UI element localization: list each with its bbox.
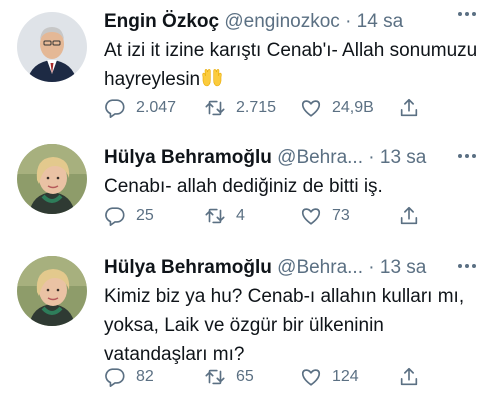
reply-icon [105,368,125,387]
timestamp[interactable]: 13 sa [380,147,426,168]
like-count: 73 [332,207,350,224]
like-count: 24,9B [332,99,374,116]
retweet-icon [205,208,225,224]
retweet-button[interactable]: 65 [204,366,254,388]
reply-icon [105,99,125,118]
author-handle[interactable]: @Behra... [277,147,363,168]
avatar-image [17,12,87,82]
avatar[interactable] [17,12,87,82]
tweet-header: Engin Özkoç @enginozkoc · 14 sa [104,8,403,36]
tweet-item[interactable]: Hülya Behramoğlu @Behra... · 13 sa Cenab… [0,134,500,244]
separator: · [368,147,375,168]
author-handle[interactable]: @Behra... [277,257,363,278]
reply-count: 25 [136,207,154,224]
tweet-actions: 82 65 124 [104,366,424,388]
reply-button[interactable]: 2.047 [104,97,176,119]
retweet-button[interactable]: 4 [204,205,245,227]
share-icon [400,367,418,386]
more-options-icon[interactable] [455,148,479,164]
reply-button[interactable]: 82 [104,366,154,388]
tweet-item[interactable]: Engin Özkoç @enginozkoc · 14 sa At izi i… [0,0,500,130]
heart-icon [301,100,321,117]
share-icon [400,206,418,225]
tweet-text: Kimiz biz ya hu? Cenab-ı allahın kulları… [104,286,465,365]
share-button[interactable] [398,205,420,227]
avatar[interactable] [17,256,87,326]
reply-count: 82 [136,368,154,385]
like-count: 124 [332,368,359,385]
tweet-actions: 2.047 2.715 24,9B [104,97,424,119]
author-handle[interactable]: @enginozkoc [224,11,339,32]
tweet-item[interactable]: Hülya Behramoğlu @Behra... · 13 sa Kimiz… [0,248,500,404]
share-button[interactable] [398,97,420,119]
share-icon [400,98,418,117]
more-options-icon[interactable] [455,6,479,22]
reply-button[interactable]: 25 [104,205,154,227]
author-name[interactable]: Hülya Behramoğlu [104,257,272,278]
retweet-icon [205,100,225,116]
heart-icon [301,208,321,225]
like-button[interactable]: 73 [300,205,350,227]
tweet-text: Cenabı- allah dediğiniz de bitti iş. [104,176,383,197]
tweet-text-content: At izi it izine karıştı Cenab'ı- Allah s… [104,40,478,90]
avatar-image [17,144,87,214]
share-button[interactable] [398,366,420,388]
retweet-icon [205,369,225,385]
tweet-actions: 25 4 73 [104,205,424,227]
separator: · [368,257,375,278]
tweet-text: At izi it izine karıştı Cenab'ı- Allah s… [104,36,490,94]
timestamp[interactable]: 13 sa [380,257,426,278]
avatar[interactable] [17,144,87,214]
retweet-count: 4 [236,207,245,224]
retweet-button[interactable]: 2.715 [204,97,276,119]
author-name[interactable]: Engin Özkoç [104,11,219,32]
timestamp[interactable]: 14 sa [357,11,403,32]
avatar-image [17,256,87,326]
tweet-header: Hülya Behramoğlu @Behra... · 13 sa [104,254,426,282]
more-options-icon[interactable] [455,258,479,274]
open-hands-emoji-icon [202,69,222,87]
retweet-count: 2.715 [236,99,277,116]
retweet-count: 65 [236,368,254,385]
like-button[interactable]: 124 [300,366,359,388]
reply-icon [105,207,125,226]
separator: · [345,11,352,32]
author-name[interactable]: Hülya Behramoğlu [104,147,272,168]
reply-count: 2.047 [136,99,177,116]
tweet-header: Hülya Behramoğlu @Behra... · 13 sa [104,144,426,172]
heart-icon [301,369,321,386]
like-button[interactable]: 24,9B [300,97,374,119]
